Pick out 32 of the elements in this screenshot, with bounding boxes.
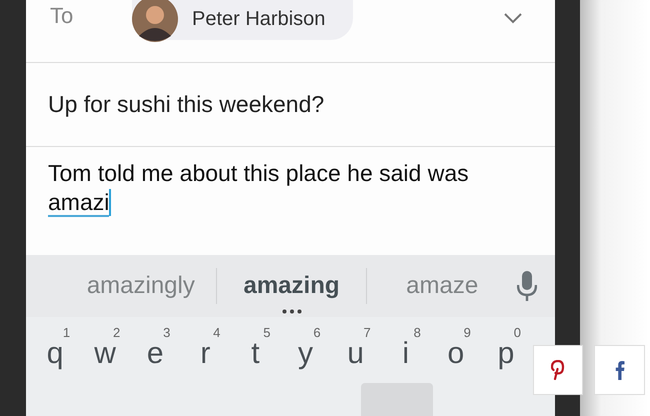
- letter-key[interactable]: p: [498, 340, 514, 368]
- letter-key[interactable]: q: [46, 340, 64, 368]
- pinterest-icon: [551, 360, 565, 380]
- letter-key[interactable]: w: [94, 340, 116, 368]
- key-hint: 2: [112, 325, 120, 340]
- key-hint: 1: [62, 325, 70, 340]
- key-hint: 3: [163, 325, 170, 340]
- key-hint: 7: [363, 325, 371, 340]
- facebook-share-button[interactable]: [594, 345, 645, 395]
- key-hint: 5: [263, 325, 270, 340]
- to-label: To: [50, 3, 74, 29]
- microphone-icon[interactable]: [517, 271, 538, 301]
- letter-key[interactable]: o: [448, 340, 464, 368]
- letter-key[interactable]: r: [200, 340, 210, 368]
- key-hint: 6: [313, 325, 321, 340]
- key-hint: 8: [414, 325, 421, 340]
- key-hint: 4: [213, 325, 220, 340]
- key-hint: 0: [514, 325, 521, 340]
- suggestion[interactable]: amazing: [243, 272, 340, 300]
- pinterest-share-button[interactable]: [533, 345, 583, 395]
- letter-key[interactable]: i: [402, 340, 410, 368]
- facebook-icon: [614, 360, 624, 380]
- letter-key[interactable]: y: [298, 340, 314, 368]
- chevron-down-icon[interactable]: [503, 12, 523, 24]
- more-dots-icon[interactable]: [282, 309, 302, 314]
- letter-key[interactable]: t: [251, 340, 260, 368]
- letter-key[interactable]: e: [146, 340, 164, 368]
- avatar-icon: [132, 0, 178, 42]
- recipient-chip[interactable]: Peter Harbison: [132, 0, 354, 40]
- key-hint: 9: [464, 325, 471, 340]
- letter-key[interactable]: u: [347, 340, 364, 368]
- message-body[interactable]: Tom told me about this place he said was amazi: [48, 159, 508, 217]
